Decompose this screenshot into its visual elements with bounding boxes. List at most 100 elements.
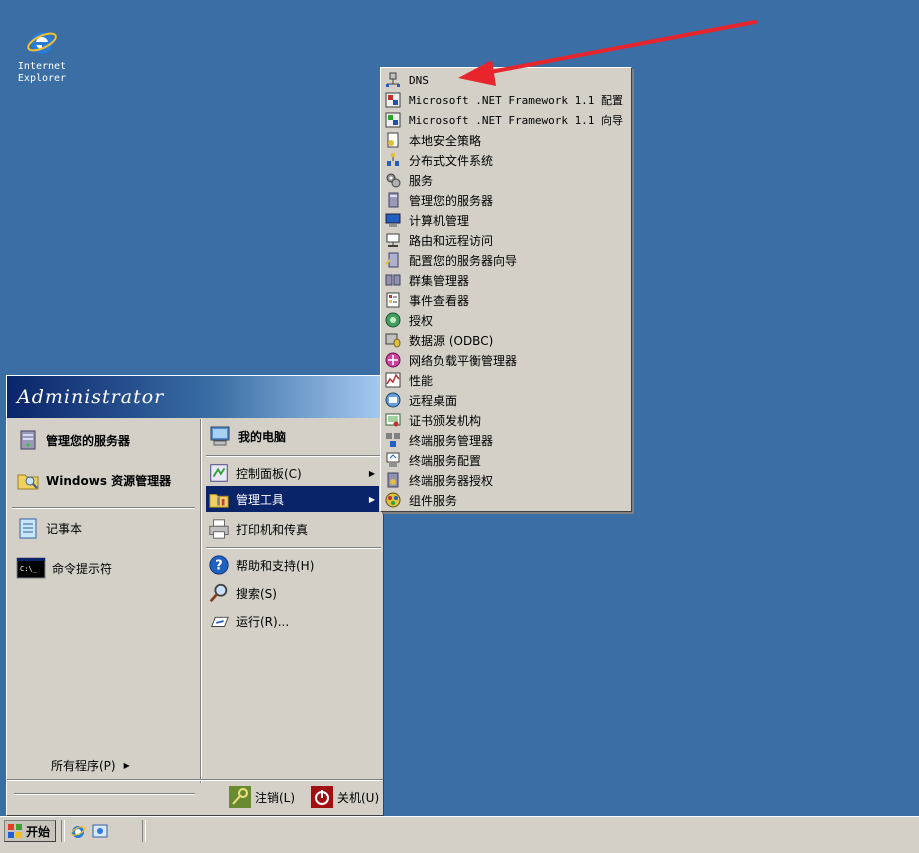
command-prompt-icon: C:\_ [16,557,46,579]
start-button[interactable]: 开始 [4,820,56,842]
submenu-item-remote-desktop[interactable]: 远程桌面 [383,390,629,410]
recent-notepad[interactable]: 记事本 [16,513,82,543]
submenu-item-net-config[interactable]: Microsoft .NET Framework 1.1 配置 [383,90,629,110]
submenu-item-label: 终端服务器授权 [409,473,494,488]
submenu-item-licensing[interactable]: 授权 [383,310,629,330]
recent-label: 命令提示符 [52,561,113,576]
routing-remote-access-icon [386,233,400,247]
key-icon [229,786,251,808]
logoff-button[interactable]: 注销(L) [229,786,295,808]
right-item-help[interactable]: ? 帮助和支持(H) [206,550,379,580]
right-item-label: 打印机和传真 [236,522,309,537]
submenu-item-label: 管理您的服务器 [409,193,494,208]
recent-label: 记事本 [46,521,83,536]
component-services-icon [385,492,401,508]
my-computer-icon [210,426,230,446]
submenu-item-label: DNS [409,73,429,87]
submenu-item-label: 计算机管理 [409,213,470,228]
right-item-search[interactable]: 搜索(S) [206,578,379,608]
submenu-item-performance[interactable]: 性能 [383,370,629,390]
right-item-label: 控制面板(C) [236,466,302,481]
pinned-windows-explorer[interactable]: Windows 资源管理器 [16,465,171,495]
submenu-item-label: 授权 [409,313,434,328]
start-label: 开始 [26,824,51,839]
right-item-label: 运行(R)... [236,614,290,629]
submenu-item-odbc[interactable]: 数据源 (ODBC) [383,330,629,350]
svg-text:C:\_: C:\_ [20,565,38,573]
submenu-item-local-security[interactable]: 本地安全策略 [383,130,629,150]
start-menu-left-pane: 管理您的服务器 Windows 资源管理器 记事本 C:\_ 命令提示符 [8,419,199,795]
submenu-item-label: 配置您的服务器向导 [409,253,518,268]
submenu-item-routing[interactable]: 路由和远程访问 [383,230,629,250]
certificate-authority-icon [385,413,401,427]
start-menu-footer: 注销(L) 关机(U) [7,780,383,815]
odbc-data-source-icon [385,333,401,348]
right-item-label: 帮助和支持(H) [236,558,315,573]
shutdown-button[interactable]: 关机(U) [311,786,379,808]
local-security-policy-icon [387,132,399,148]
pinned-label: Windows 资源管理器 [46,473,172,488]
submenu-item-dfs[interactable]: 分布式文件系统 [383,150,629,170]
submenu-item-services[interactable]: 服务 [383,170,629,190]
desktop-icon-internet-explorer[interactable]: Internet Explorer [12,26,72,85]
submenu-item-label: 本地安全策略 [409,133,482,148]
submenu-item-component-services[interactable]: 组件服务 [383,490,629,510]
submenu-item-manage-server[interactable]: 管理您的服务器 [383,190,629,210]
submenu-item-dns[interactable]: DNS [383,70,629,90]
submenu-item-net-wizard[interactable]: Microsoft .NET Framework 1.1 向导 [383,110,629,130]
explorer-folder-icon [17,474,39,490]
submenu-item-configure-wizard[interactable]: 配置您的服务器向导 [383,250,629,270]
right-item-my-computer[interactable]: 我的电脑 [206,421,379,451]
desktop-icon-label-line1: Internet [17,61,67,72]
submenu-item-ts-licensing[interactable]: 终端服务器授权 [383,470,629,490]
chevron-right-icon: ▶ [123,761,130,770]
server-manage-icon [388,192,399,208]
windows-logo-icon [8,824,22,838]
right-item-control-panel[interactable]: 控制面板(C) ▶ [206,458,379,488]
right-item-run[interactable]: 运行(R)... [206,606,379,636]
submenu-item-label: 终端服务管理器 [409,433,494,448]
all-programs-label: 所有程序(P) [51,759,116,773]
submenu-item-label: Microsoft .NET Framework 1.1 配置 [409,94,624,107]
submenu-item-label: 终端服务配置 [409,453,482,468]
right-item-admin-tools[interactable]: 管理工具 ▶ [206,486,379,512]
all-programs-button[interactable]: 所有程序(P) ▶ [51,757,130,774]
submenu-item-event-viewer[interactable]: 事件查看器 [383,290,629,310]
submenu-item-nlb[interactable]: 网络负载平衡管理器 [383,350,629,370]
submenu-item-label: 群集管理器 [409,273,470,288]
submenu-item-label: 服务 [409,173,434,188]
desktop-icon-label-line2: Explorer [17,73,67,84]
submenu-item-ts-config[interactable]: 终端服务配置 [383,450,629,470]
admin-tools-icon [209,493,229,508]
submenu-item-cert-authority[interactable]: 证书颁发机构 [383,410,629,430]
show-desktop-icon[interactable] [92,823,108,839]
recent-command-prompt[interactable]: C:\_ 命令提示符 [16,553,112,583]
submenu-item-computer-management[interactable]: 计算机管理 [383,210,629,230]
svg-text:?: ? [215,559,222,574]
left-separator [12,507,195,509]
logoff-label: 注销(L) [255,790,296,805]
submenu-item-label: 数据源 (ODBC) [409,333,494,348]
licensing-icon [385,312,401,328]
configure-server-wizard-icon [385,252,399,268]
terminal-server-licensing-icon [387,472,399,488]
event-viewer-icon [386,292,400,308]
power-icon [311,786,333,808]
right-item-label: 搜索(S) [236,586,277,601]
net-framework-config-icon [385,92,401,108]
search-icon [209,583,228,603]
pinned-manage-server[interactable]: 管理您的服务器 [16,425,130,455]
remote-desktop-icon [385,392,401,408]
shutdown-label: 关机(U) [337,790,380,805]
right-item-printers[interactable]: 打印机和传真 [206,514,379,544]
submenu-item-label: 路由和远程访问 [409,233,494,248]
right-separator [206,455,381,457]
admin-tools-submenu: DNS Microsoft .NET Framework 1.1 配置 Micr… [380,67,632,512]
submenu-item-ts-manager[interactable]: 终端服务管理器 [383,430,629,450]
start-menu: Administrator 管理您的服务器 Windows 资源管理器 记事本 … [6,375,384,816]
dns-icon [386,72,400,87]
internet-explorer-icon[interactable] [70,823,86,839]
right-item-label: 我的电脑 [238,429,287,444]
submenu-item-cluster[interactable]: 群集管理器 [383,270,629,290]
net-framework-wizard-icon [385,112,401,128]
